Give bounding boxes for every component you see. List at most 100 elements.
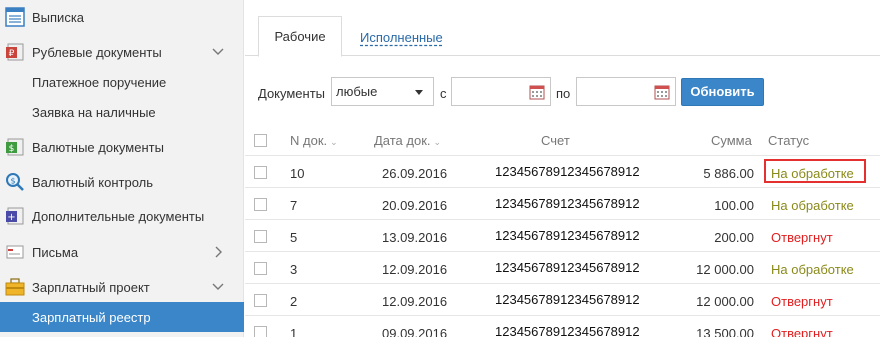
sidebar-item-label: Валютные документы	[32, 140, 164, 155]
account-cell: 12345678912345678912	[495, 324, 640, 337]
sidebar-item-label: Зарплатный проект	[32, 280, 150, 295]
svg-text:₽: ₽	[9, 49, 15, 59]
doc-number-cell: 5	[290, 230, 298, 245]
column-header-label: Дата док.	[374, 133, 431, 148]
column-header-status: Статус	[768, 133, 810, 148]
table-row[interactable]: 10 26.09.2016 12345678912345678912 5 886.00…	[245, 155, 880, 187]
sidebar-item-label: Зарплатный реестр	[32, 310, 151, 325]
doc-date-cell: 09.09.2016	[382, 326, 448, 337]
documents-type-select[interactable]: любые	[331, 77, 434, 106]
sidebar-item-statement[interactable]: Выписка	[0, 1, 244, 33]
svg-text:$: $	[10, 177, 15, 186]
currency-control-icon: $	[6, 173, 24, 191]
select-all-checkbox[interactable]	[254, 134, 267, 147]
row-checkbox[interactable]	[254, 326, 267, 337]
status-cell: Отвергнут	[771, 230, 833, 245]
sidebar-item-label: Валютный контроль	[32, 175, 154, 190]
sidebar-subitem-cash-request[interactable]: Заявка на наличные	[0, 97, 244, 127]
salary-project-icon	[5, 278, 25, 296]
doc-date-cell: 12.09.2016	[382, 294, 448, 309]
account-cell: 12345678912345678912	[495, 228, 640, 243]
doc-date-cell: 13.09.2016	[382, 230, 448, 245]
calendar-icon[interactable]	[529, 84, 545, 100]
caret-down-icon	[415, 90, 423, 95]
chevron-right-icon[interactable]	[210, 244, 226, 260]
sidebar-subitem-payment-order[interactable]: Платежное поручение	[0, 67, 244, 97]
doc-number-cell: 3	[290, 262, 298, 277]
sum-cell: 100.00	[714, 198, 754, 213]
sidebar-item-currency-docs[interactable]: $ Валютные документы	[0, 131, 244, 163]
doc-date-cell: 20.09.2016	[382, 198, 448, 213]
sort-icon: ⌄	[433, 137, 442, 147]
account-cell: 12345678912345678912	[495, 260, 640, 275]
doc-date-cell: 26.09.2016	[382, 166, 448, 181]
status-highlight-box	[764, 159, 866, 183]
column-header-number[interactable]: N док. ⌄	[290, 133, 338, 148]
chevron-down-icon[interactable]	[210, 279, 226, 295]
refresh-button[interactable]: Обновить	[681, 78, 764, 106]
sort-icon: ⌄	[330, 137, 338, 147]
svg-text:$: $	[9, 144, 15, 154]
currency-docs-icon: $	[6, 138, 24, 156]
table-row[interactable]: 2 12.09.2016 12345678912345678912 12 000.00…	[245, 283, 880, 315]
documents-filter-label: Документы	[258, 86, 326, 101]
sidebar-subitem-salary-register[interactable]: Зарплатный реестр	[0, 302, 244, 332]
column-header-account: Счет	[541, 133, 570, 148]
table-row[interactable]: 5 13.09.2016 12345678912345678912 200.00 Отв…	[245, 219, 880, 251]
sidebar-item-additional-docs[interactable]: + Дополнительные документы	[0, 200, 244, 232]
row-checkbox[interactable]	[254, 294, 267, 307]
chevron-down-icon[interactable]	[210, 44, 226, 60]
sum-cell: 13 500.00	[696, 326, 754, 337]
sum-cell: 200.00	[714, 230, 754, 245]
doc-number-cell: 10	[290, 166, 305, 181]
main-content: Рабочие Исполненные Документы любые с по	[245, 0, 880, 337]
doc-number-cell: 1	[290, 326, 298, 337]
sidebar-item-ruble-docs[interactable]: ₽ Рублевые документы	[0, 36, 244, 68]
sum-cell: 12 000.00	[696, 294, 754, 309]
row-checkbox[interactable]	[254, 262, 267, 275]
sidebar: Выписка ₽ Рублевые документы Платежное п…	[0, 0, 244, 337]
sidebar-item-label: Дополнительные документы	[32, 209, 205, 224]
status-cell: На обработке	[771, 198, 854, 213]
sidebar-item-label: Письма	[32, 245, 79, 260]
account-cell: 12345678912345678912	[495, 292, 640, 307]
sidebar-item-salary-project[interactable]: Зарплатный проект	[0, 271, 244, 303]
status-cell: Отвергнут	[771, 294, 833, 309]
tab-executed[interactable]: Исполненные	[360, 30, 443, 45]
additional-docs-icon: +	[6, 207, 24, 225]
svg-text:+: +	[7, 212, 15, 223]
sidebar-item-label: Рублевые документы	[32, 45, 162, 60]
date-to-input[interactable]	[576, 77, 676, 106]
table-row[interactable]: 1 09.09.2016 12345678912345678912 13 500.00…	[245, 315, 880, 337]
sidebar-item-currency-control[interactable]: $ Валютный контроль	[0, 166, 244, 198]
doc-number-cell: 7	[290, 198, 298, 213]
row-checkbox[interactable]	[254, 198, 267, 211]
doc-date-cell: 12.09.2016	[382, 262, 448, 277]
sidebar-item-letters[interactable]: Письма	[0, 236, 244, 268]
row-checkbox[interactable]	[254, 166, 267, 179]
tab-working[interactable]: Рабочие	[258, 16, 342, 57]
account-cell: 12345678912345678912	[495, 196, 640, 211]
row-checkbox[interactable]	[254, 230, 267, 243]
sum-cell: 5 886.00	[703, 166, 754, 181]
sidebar-item-label: Платежное поручение	[32, 75, 167, 90]
documents-type-value: любые	[336, 84, 378, 99]
doc-number-cell: 2	[290, 294, 298, 309]
date-from-label: с	[440, 86, 447, 101]
tab-bar: Рабочие Исполненные	[245, 16, 880, 57]
calendar-icon[interactable]	[654, 84, 670, 100]
date-from-input[interactable]	[451, 77, 551, 106]
date-to-label: по	[556, 86, 571, 101]
table-row[interactable]: 7 20.09.2016 12345678912345678912 100.00 На …	[245, 187, 880, 219]
table-row[interactable]: 3 12.09.2016 12345678912345678912 12 000.00…	[245, 251, 880, 283]
ruble-docs-icon: ₽	[6, 43, 24, 61]
sidebar-item-label: Заявка на наличные	[32, 105, 156, 120]
column-header-date[interactable]: Дата док. ⌄	[374, 133, 441, 148]
status-cell: Отвергнут	[771, 326, 833, 337]
sum-cell: 12 000.00	[696, 262, 754, 277]
status-cell: На обработке	[771, 262, 854, 277]
statement-icon	[5, 7, 25, 27]
app: Выписка ₽ Рублевые документы Платежное п…	[0, 0, 880, 337]
column-header-label: N док.	[290, 133, 328, 148]
account-cell: 12345678912345678912	[495, 164, 640, 179]
